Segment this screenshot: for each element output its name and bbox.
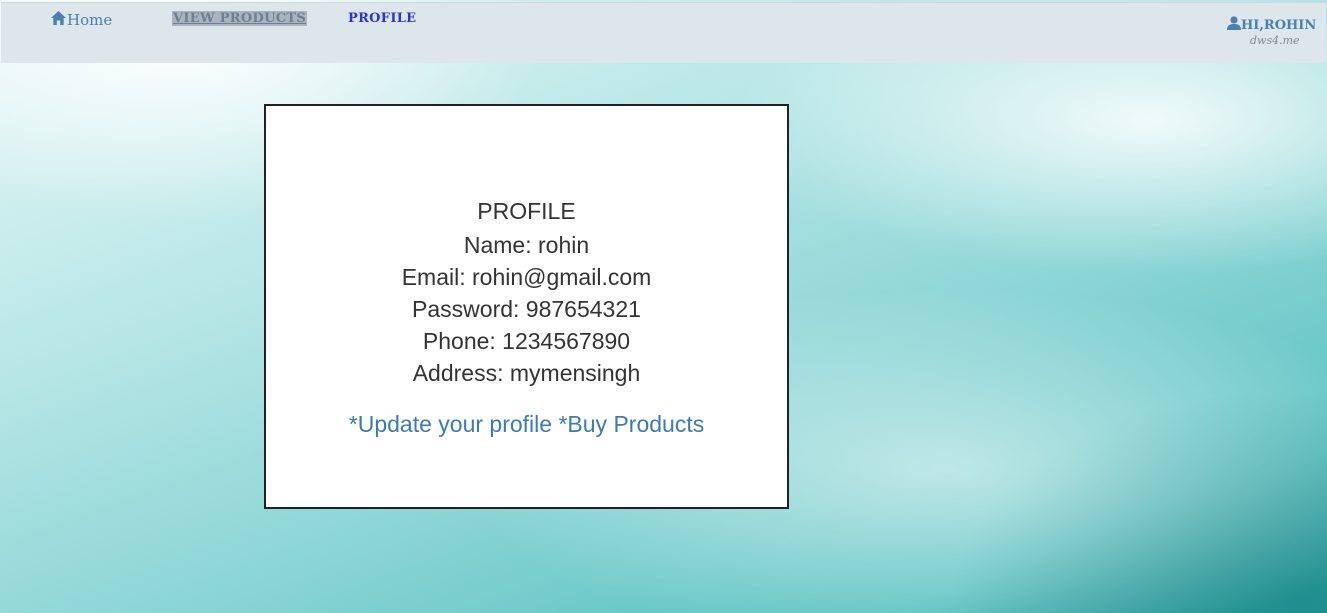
home-icon [51, 11, 67, 29]
profile-card: PROFILE Name: rohin Email: rohin@gmail.c… [264, 104, 789, 509]
profile-name: Name: rohin [463, 232, 590, 258]
user-greeting-label: HI,ROHIN [1241, 17, 1317, 33]
user-greeting[interactable]: HI,ROHIN [1227, 16, 1316, 34]
buy-products-link[interactable]: *Buy Products [558, 411, 704, 437]
user-sub-text: dws4.me [1250, 34, 1300, 47]
profile-title: PROFILE [477, 198, 576, 224]
update-profile-link[interactable]: *Update your profile [349, 411, 552, 437]
nav-home-label: Home [67, 11, 113, 29]
user-icon [1227, 16, 1241, 34]
nav-home-link[interactable]: Home [51, 11, 112, 29]
nav-view-products-link[interactable]: VIEW PRODUCTS [172, 11, 308, 26]
profile-email: Email: rohin@gmail.com [401, 264, 652, 290]
profile-password: Password: 987654321 [412, 296, 641, 322]
profile-address: Address: mymensingh [412, 360, 641, 386]
profile-phone: Phone: 1234567890 [422, 328, 631, 354]
top-navbar: Home VIEW PRODUCTS PROFILE HI,ROHIN dws4… [1, 2, 1326, 63]
profile-links: *Update your profile *Buy Products [266, 411, 787, 438]
nav-profile-link[interactable]: PROFILE [348, 11, 416, 26]
